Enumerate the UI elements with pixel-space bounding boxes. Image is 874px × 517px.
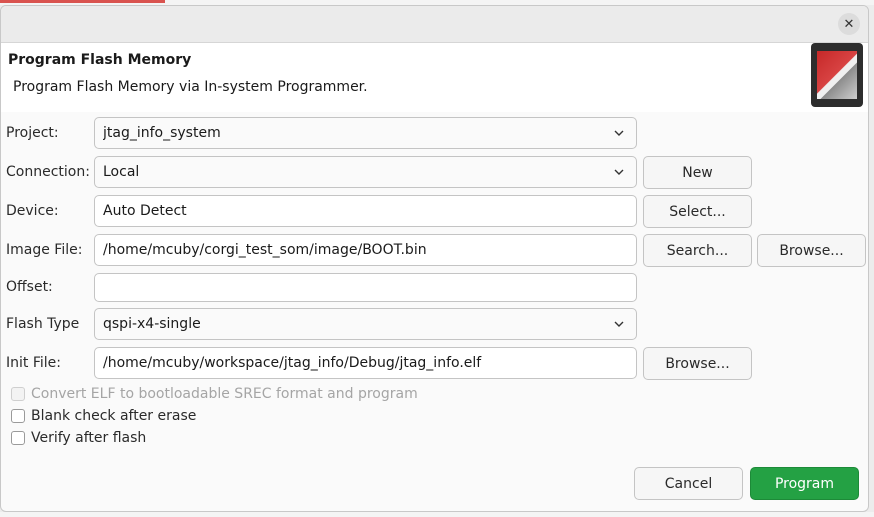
device-field[interactable]: Auto Detect xyxy=(94,195,637,227)
chevron-down-icon xyxy=(614,130,624,136)
chevron-down-icon xyxy=(614,169,624,175)
convert-elf-checkbox[interactable]: Convert ELF to bootloadable SREC format … xyxy=(11,386,418,402)
search-image-button[interactable]: Search... xyxy=(643,234,752,267)
project-label: Project: xyxy=(6,125,59,141)
verify-checkbox[interactable]: Verify after flash xyxy=(11,430,146,446)
offset-label: Offset: xyxy=(6,279,53,295)
new-connection-button[interactable]: New xyxy=(643,156,752,189)
verify-label: Verify after flash xyxy=(31,430,147,446)
background-window-bottom xyxy=(0,512,874,517)
flash-memory-logo-icon xyxy=(811,43,863,107)
background-accent-bar xyxy=(0,0,165,3)
checkbox-box[interactable] xyxy=(11,409,25,423)
image-file-value: /home/mcuby/corgi_test_som/image/BOOT.bi… xyxy=(103,242,427,258)
dialog-description: Program Flash Memory via In-system Progr… xyxy=(13,79,368,95)
checkbox-box[interactable] xyxy=(11,431,25,445)
project-dropdown[interactable]: jtag_info_system xyxy=(94,117,637,149)
browse-image-button[interactable]: Browse... xyxy=(757,234,866,267)
connection-value: Local xyxy=(103,164,140,180)
blank-check-label: Blank check after erase xyxy=(31,408,197,424)
project-value: jtag_info_system xyxy=(103,125,221,141)
checkbox-box[interactable] xyxy=(11,387,25,401)
blank-check-checkbox[interactable]: Blank check after erase xyxy=(11,408,196,424)
connection-dropdown[interactable]: Local xyxy=(94,156,637,188)
browse-init-file-button[interactable]: Browse... xyxy=(643,347,752,380)
connection-label: Connection: xyxy=(6,164,90,180)
device-label: Device: xyxy=(6,203,59,219)
image-file-label: Image File: xyxy=(6,242,83,258)
flash-type-value: qspi-x4-single xyxy=(103,316,201,332)
init-file-value: /home/mcuby/workspace/jtag_info/Debug/jt… xyxy=(103,355,482,371)
dialog-title: Program Flash Memory xyxy=(8,52,192,68)
offset-field[interactable] xyxy=(94,273,637,302)
cancel-button[interactable]: Cancel xyxy=(634,467,743,500)
close-icon[interactable]: ✕ xyxy=(838,13,860,35)
flash-type-label: Flash Type xyxy=(6,316,80,332)
dialog-titlebar: ✕ xyxy=(1,6,868,42)
program-flash-dialog: ✕ Program Flash Memory Program Flash Mem… xyxy=(0,5,869,512)
init-file-label: Init File: xyxy=(6,355,61,371)
select-device-button[interactable]: Select... xyxy=(643,195,752,228)
image-file-field[interactable]: /home/mcuby/corgi_test_som/image/BOOT.bi… xyxy=(94,234,637,266)
device-value: Auto Detect xyxy=(103,203,187,219)
chevron-down-icon xyxy=(614,321,624,327)
convert-elf-label: Convert ELF to bootloadable SREC format … xyxy=(31,386,418,402)
dialog-header: Program Flash Memory Program Flash Memor… xyxy=(1,42,868,112)
flash-type-dropdown[interactable]: qspi-x4-single xyxy=(94,308,637,340)
init-file-field[interactable]: /home/mcuby/workspace/jtag_info/Debug/jt… xyxy=(94,347,637,379)
program-button[interactable]: Program xyxy=(750,467,859,500)
